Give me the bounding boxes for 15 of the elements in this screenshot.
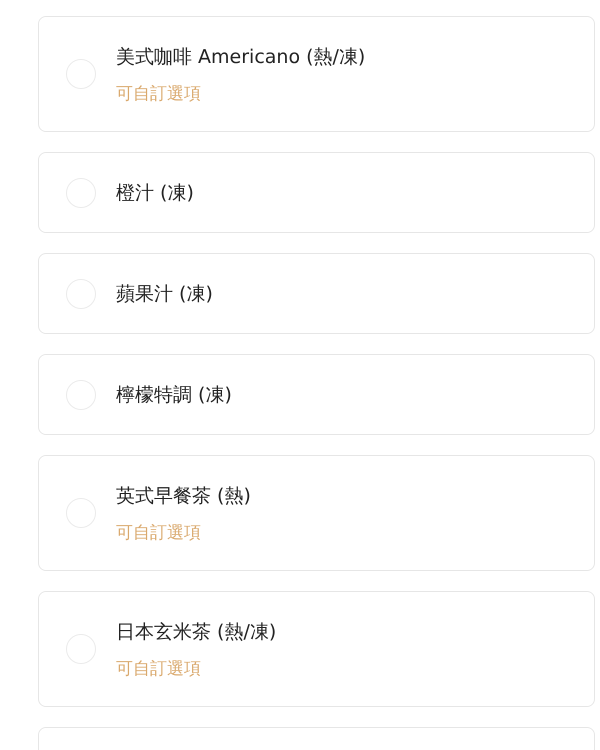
option-note: 可自訂選項: [116, 658, 202, 680]
option-card[interactable]: 橙汁 (凍): [38, 152, 595, 233]
option-name: 美式咖啡 Americano (熱/凍): [116, 44, 366, 70]
option-name: 檸檬特調 (凍): [116, 382, 232, 408]
option-card[interactable]: 日本玄米茶 (熱/凍) 可自訂選項: [38, 591, 595, 707]
option-card[interactable]: 英式早餐茶 (熱) 可自訂選項: [38, 455, 595, 571]
option-name: 蘋果汁 (凍): [116, 282, 213, 306]
option-name: 英式早餐茶 (熱): [116, 484, 251, 508]
option-card[interactable]: 檸檬特調 (凍): [38, 354, 595, 435]
option-name: 日本玄米茶 (熱/凍): [116, 620, 276, 644]
option-card[interactable]: 蘋果汁 (凍): [38, 253, 595, 334]
option-card[interactable]: 美式咖啡 Americano (熱/凍) 可自訂選項: [38, 16, 595, 132]
option-note: 可自訂選項: [116, 522, 202, 544]
option-note: 可自訂選項: [116, 82, 202, 104]
option-name: 橙汁 (凍): [116, 180, 194, 206]
